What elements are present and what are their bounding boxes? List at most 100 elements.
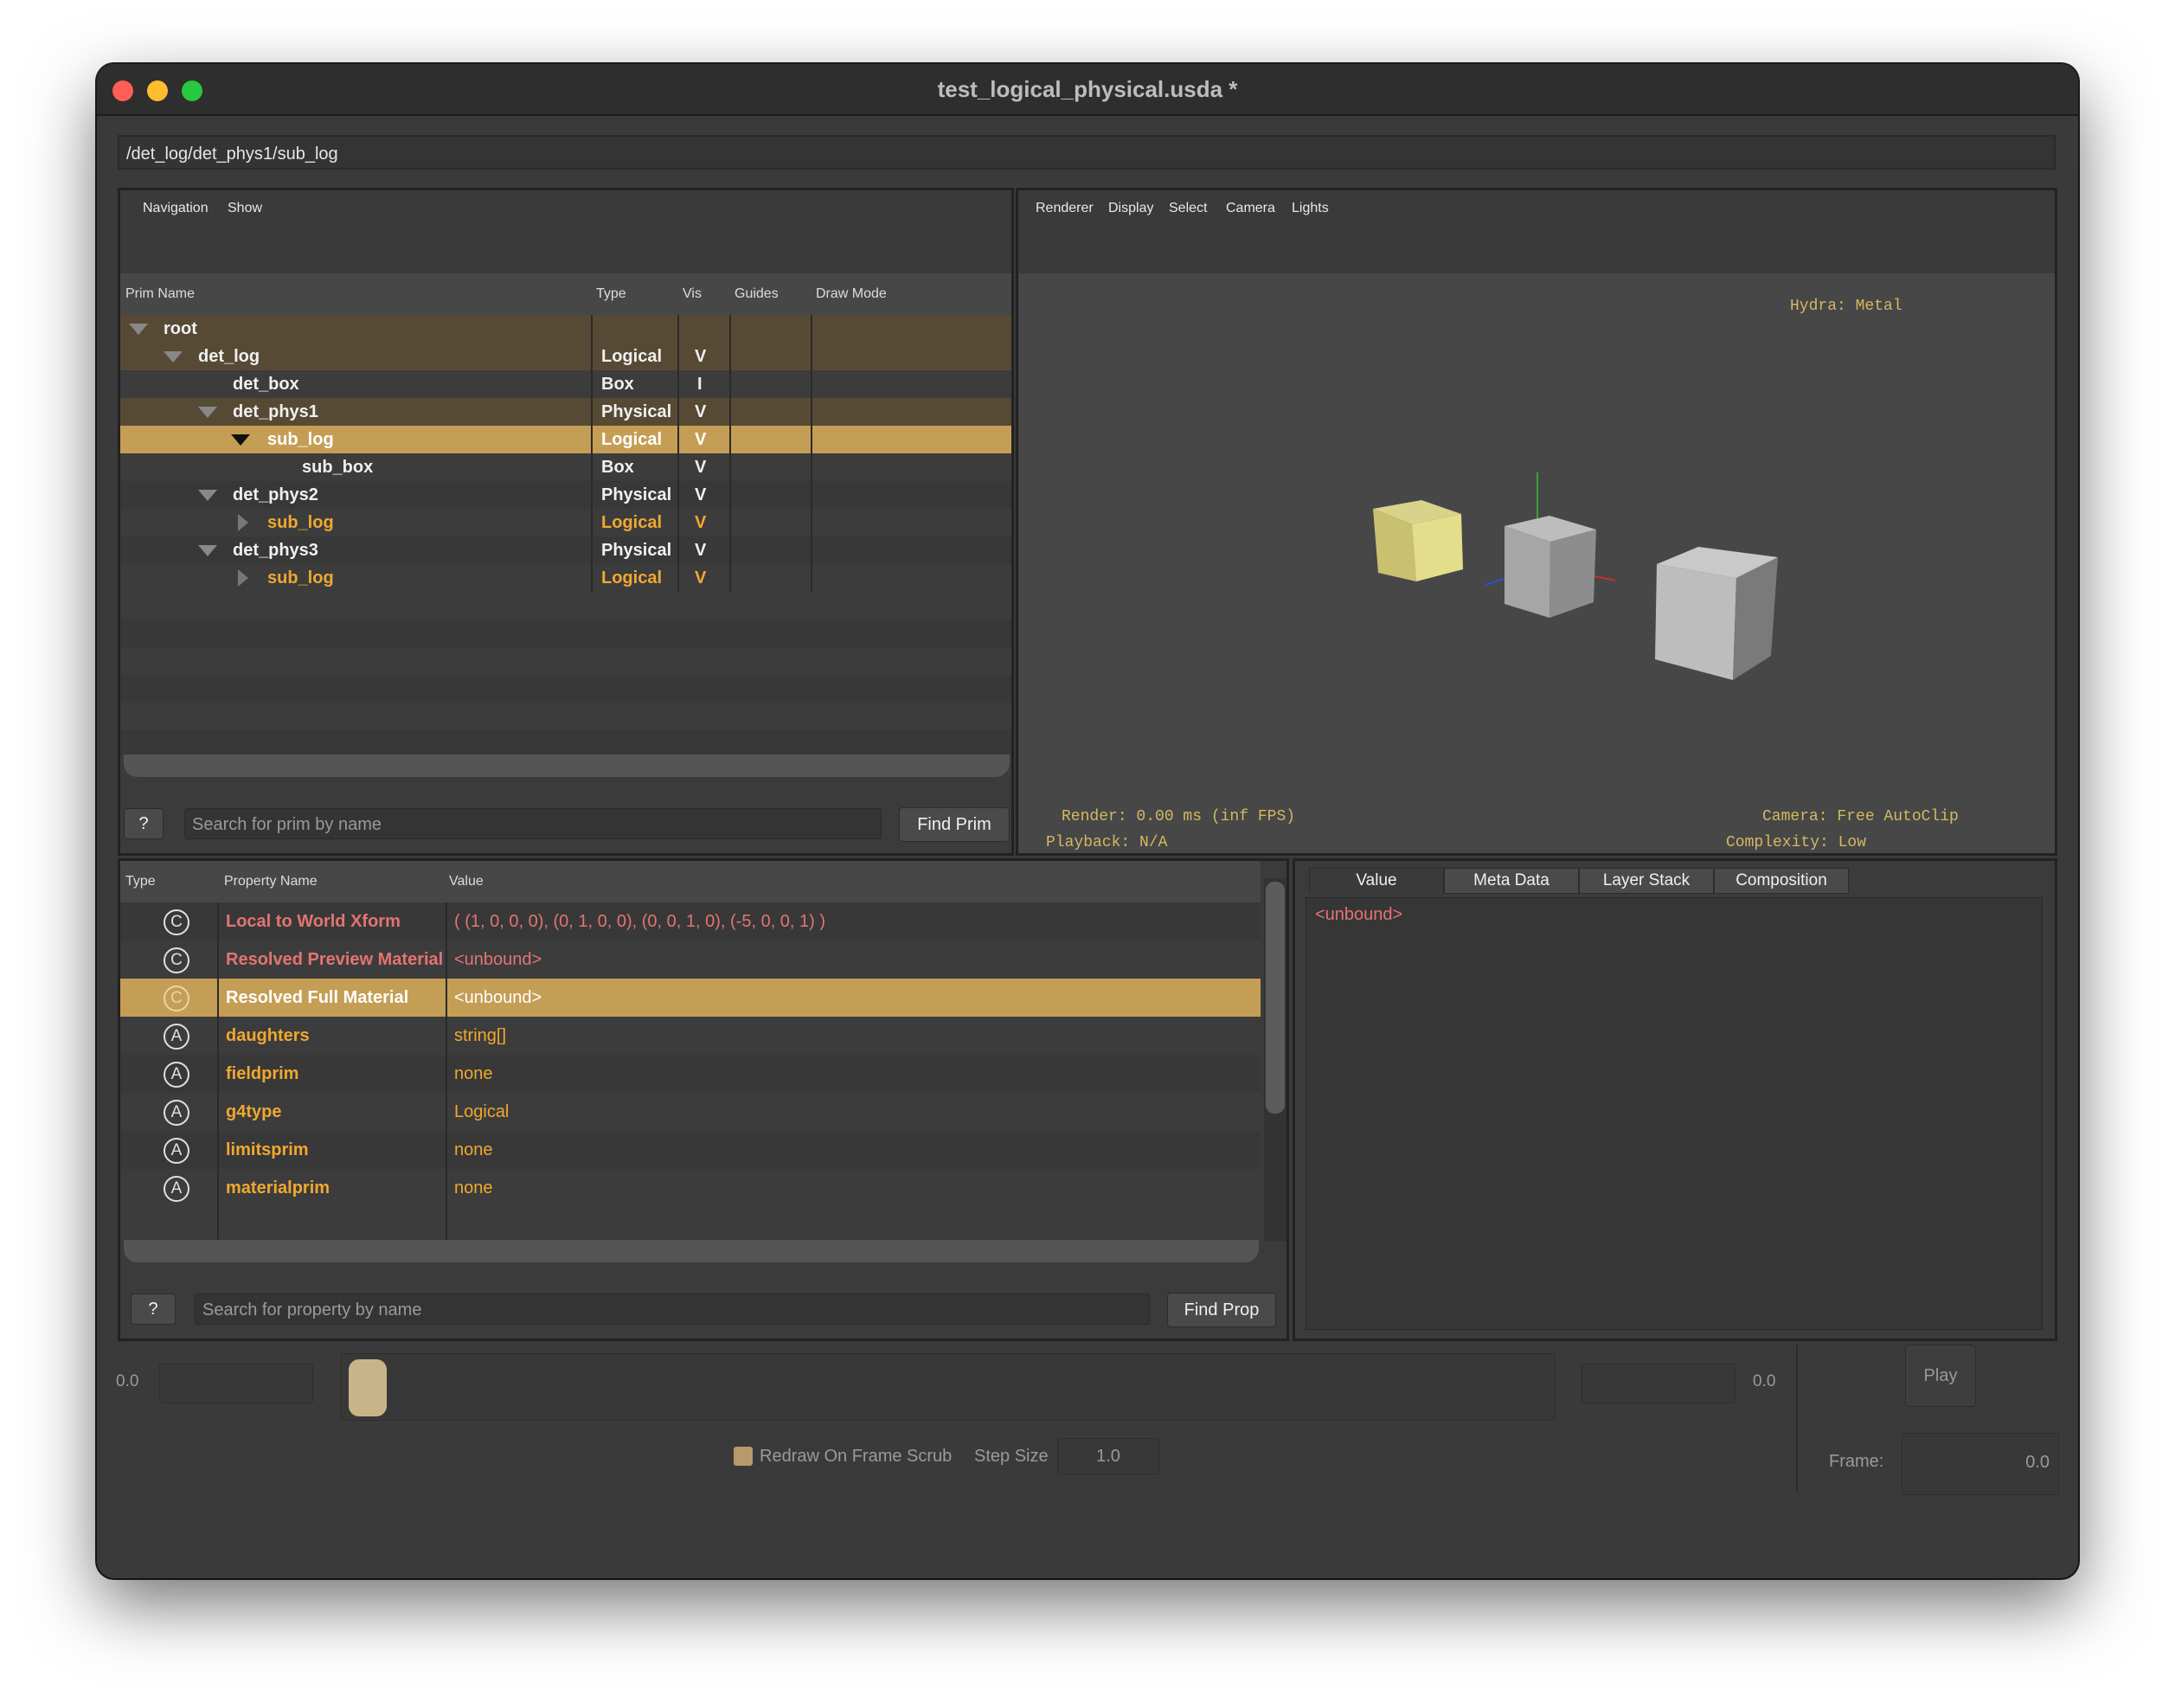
property-hscroll[interactable] — [124, 1240, 1259, 1262]
property-row[interactable]: A daughters string[] — [120, 1017, 1261, 1055]
collapse-icon[interactable] — [198, 407, 217, 418]
col-prop-type[interactable]: Type — [125, 861, 156, 902]
col-prop-value[interactable]: Value — [449, 861, 484, 902]
menu-navigation[interactable]: Navigation — [143, 201, 209, 216]
attribute-icon: A — [164, 1138, 189, 1164]
col-prop-name[interactable]: Property Name — [224, 861, 318, 902]
vis-toggle[interactable]: I — [697, 370, 703, 398]
prim-row[interactable]: sub_box Box V — [120, 453, 1011, 481]
redraw-label: Redraw On Frame Scrub — [760, 1447, 953, 1466]
camera-label: Camera: Free AutoClip — [1762, 808, 1959, 825]
details-panel: Value Meta Data Layer Stack Composition … — [1293, 858, 2057, 1341]
col-type[interactable]: Type — [596, 273, 626, 315]
yellow-cube — [1373, 500, 1463, 581]
vis-toggle[interactable]: V — [695, 509, 706, 536]
prim-tree-scrollbar[interactable] — [124, 754, 1010, 777]
step-size-field[interactable]: 1.0 — [1057, 1438, 1159, 1474]
prim-search-help-button[interactable]: ? — [124, 808, 164, 839]
menu-select[interactable]: Select — [1169, 201, 1207, 216]
tab-layer-stack[interactable]: Layer Stack — [1579, 868, 1714, 894]
attribute-icon: A — [164, 1100, 189, 1126]
expand-icon[interactable] — [238, 514, 248, 531]
frame-label: Frame: — [1829, 1452, 1884, 1471]
property-vscroll-track[interactable] — [1264, 878, 1286, 1242]
vis-toggle[interactable]: V — [695, 426, 706, 453]
value-viewer[interactable]: <unbound> — [1306, 897, 2043, 1330]
collapse-icon[interactable] — [231, 434, 250, 446]
range-start-field[interactable] — [159, 1364, 313, 1403]
expand-icon[interactable] — [238, 569, 248, 587]
tab-value[interactable]: Value — [1309, 868, 1444, 894]
menu-renderer[interactable]: Renderer — [1036, 201, 1094, 216]
vis-toggle[interactable]: V — [695, 453, 706, 481]
prim-row[interactable]: det_phys1 Physical V — [120, 398, 1011, 426]
step-size-label: Step Size — [974, 1447, 1049, 1466]
col-draw-mode[interactable]: Draw Mode — [816, 273, 887, 315]
vis-toggle[interactable]: V — [695, 564, 706, 592]
range-end-field[interactable] — [1582, 1364, 1736, 1403]
frame-field[interactable]: 0.0 — [1902, 1433, 2059, 1495]
prim-tree: root det_log Logical V det_box Box I det… — [120, 315, 1011, 754]
property-panel: Type Property Name Value C Local to Worl… — [118, 858, 1289, 1341]
property-row[interactable]: A materialprim none — [120, 1169, 1261, 1207]
prim-browser-menubar: Navigation Show — [120, 190, 1011, 273]
value-text: <unbound> — [1315, 905, 1403, 924]
vis-toggle[interactable]: V — [695, 343, 706, 370]
prim-path-field[interactable]: /det_log/det_phys1/sub_log — [118, 135, 2056, 170]
tab-meta-data[interactable]: Meta Data — [1444, 868, 1579, 894]
property-row[interactable]: C Resolved Preview Material <unbound> — [120, 941, 1261, 979]
frame-slider-handle[interactable] — [349, 1359, 387, 1416]
prim-browser-panel: Navigation Show Prim Name Type Vis Guide… — [118, 188, 1014, 856]
col-prim-name[interactable]: Prim Name — [125, 273, 195, 315]
collapse-icon[interactable] — [129, 324, 148, 335]
col-guides[interactable]: Guides — [735, 273, 779, 315]
property-row[interactable]: A limitsprim none — [120, 1131, 1261, 1169]
property-table: C Local to World Xform ( (1, 0, 0, 0), (… — [120, 902, 1261, 1240]
play-button[interactable]: Play — [1905, 1345, 1976, 1407]
property-row[interactable]: A g4type Logical — [120, 1093, 1261, 1131]
prim-table-header: Prim Name Type Vis Guides Draw Mode — [120, 273, 1011, 316]
collapse-icon[interactable] — [198, 490, 217, 501]
range-end-label: 0.0 — [1753, 1372, 1776, 1390]
scene-render — [1373, 472, 1778, 680]
vis-toggle[interactable]: V — [695, 536, 706, 564]
frame-slider[interactable] — [341, 1353, 1556, 1421]
collapse-icon[interactable] — [164, 351, 183, 363]
attribute-icon: A — [164, 1176, 189, 1202]
property-search-help-button[interactable]: ? — [131, 1294, 176, 1325]
3d-viewport[interactable]: Hydra: Metal Render: 0.00 ms (inf FPS) P… — [1018, 273, 2055, 853]
find-prim-button[interactable]: Find Prim — [899, 807, 1010, 842]
prim-row[interactable]: sub_log Logical V — [120, 564, 1011, 592]
vis-toggle[interactable]: V — [695, 398, 706, 426]
prim-row[interactable]: root — [120, 315, 1011, 343]
attribute-icon: A — [164, 1062, 189, 1088]
menu-show[interactable]: Show — [228, 201, 262, 216]
property-row-selected[interactable]: C Resolved Full Material <unbound> — [120, 979, 1261, 1017]
property-row[interactable]: C Local to World Xform ( (1, 0, 0, 0), (… — [120, 902, 1261, 941]
attribute-icon: A — [164, 1024, 189, 1050]
app-window: test_logical_physical.usda * /det_log/de… — [97, 64, 2078, 1578]
viewport-menubar: Renderer Display Select Camera Lights — [1018, 190, 2055, 273]
property-search-input[interactable]: Search for property by name — [195, 1294, 1150, 1325]
computed-property-icon: C — [164, 947, 189, 973]
tab-composition[interactable]: Composition — [1714, 868, 1849, 894]
prim-row[interactable]: sub_log Logical V — [120, 509, 1011, 536]
prim-search-input[interactable]: Search for prim by name — [184, 808, 882, 839]
find-prop-button[interactable]: Find Prop — [1167, 1293, 1276, 1327]
prim-row[interactable]: det_box Box I — [120, 370, 1011, 398]
redraw-checkbox[interactable] — [734, 1447, 753, 1466]
prim-row[interactable]: det_log Logical V — [120, 343, 1011, 370]
menu-display[interactable]: Display — [1108, 201, 1153, 216]
collapse-icon[interactable] — [198, 545, 217, 556]
menu-lights[interactable]: Lights — [1292, 201, 1329, 216]
property-row[interactable]: A fieldprim none — [120, 1055, 1261, 1093]
menu-camera[interactable]: Camera — [1226, 201, 1275, 216]
playback-label: Playback: N/A — [1046, 834, 1168, 851]
prim-row[interactable]: det_phys3 Physical V — [120, 536, 1011, 564]
col-vis[interactable]: Vis — [683, 273, 702, 315]
computed-property-icon: C — [164, 909, 189, 935]
property-vscroll-thumb[interactable] — [1266, 882, 1285, 1114]
vis-toggle[interactable]: V — [695, 481, 706, 509]
prim-row-selected[interactable]: sub_log Logical V — [120, 426, 1011, 453]
prim-row[interactable]: det_phys2 Physical V — [120, 481, 1011, 509]
